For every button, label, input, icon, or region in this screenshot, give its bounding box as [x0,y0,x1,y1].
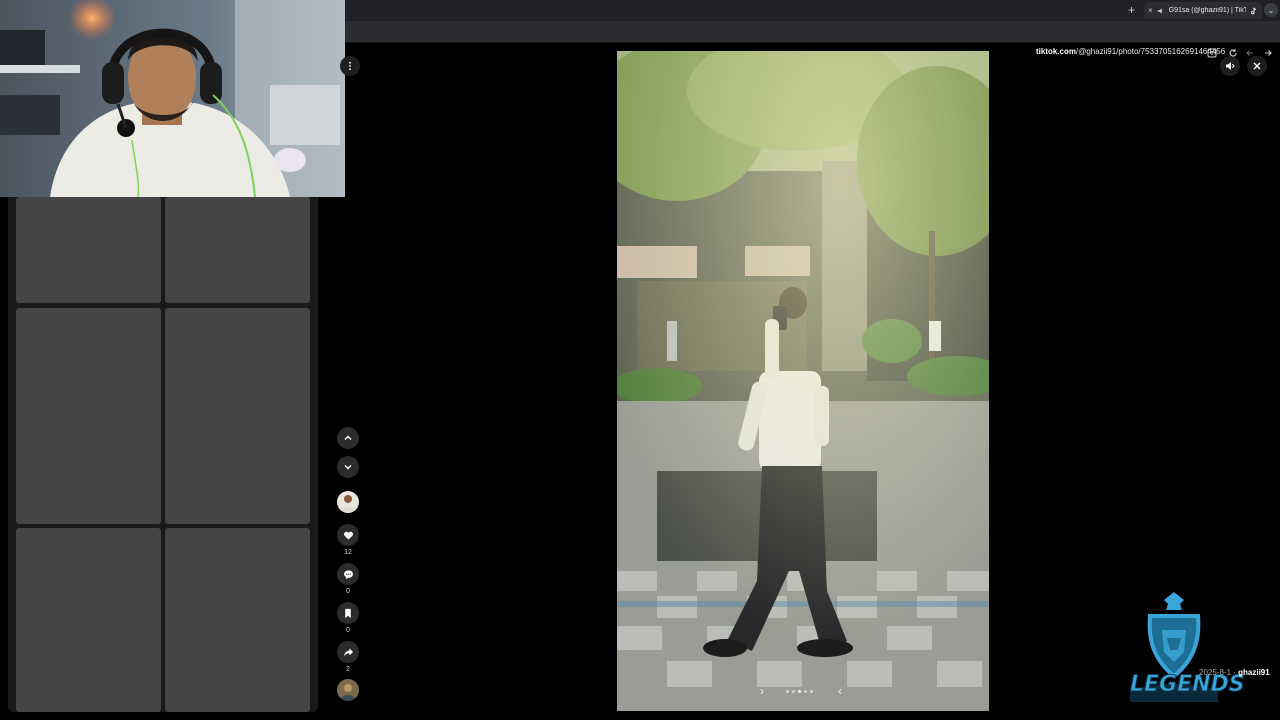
browser-tab[interactable]: × G91sa (@ghazii91) | TikTok [1144,2,1262,19]
grid-thumbnail[interactable] [16,308,161,524]
close-icon [1253,62,1261,70]
comment-icon [343,569,353,579]
new-tab-button[interactable]: + [1128,3,1135,17]
chevron-down-icon: ⌄ [1267,5,1275,15]
author-avatar[interactable] [337,491,359,513]
carousel-indicator [786,690,813,693]
next-post-button[interactable] [337,456,359,478]
mute-button[interactable] [1220,56,1240,76]
close-button[interactable] [1247,56,1267,76]
carousel-next-button[interactable]: › [760,684,764,698]
watermark-username: ghazii91 [1238,668,1270,677]
like-button[interactable] [337,524,359,546]
save-button[interactable] [337,602,359,624]
grid-thumbnail[interactable] [165,197,310,303]
grid-thumbnail[interactable] [16,197,161,303]
carousel-dot[interactable] [786,690,789,693]
share-button[interactable] [337,641,359,663]
chevron-up-icon [344,435,352,440]
url-field[interactable]: tiktok.com/@ghazii91/photo/7533705162691… [1036,47,1225,56]
sound-avatar[interactable] [337,679,359,701]
url-host: tiktok.com [1036,47,1077,56]
share-icon [343,647,353,657]
translate-icon[interactable] [1205,46,1219,60]
tab-audio-icon [1157,8,1162,13]
tiktok-icon [1251,7,1257,14]
tab-close-icon[interactable]: × [1148,6,1153,15]
webcam-feed-image [0,0,345,197]
carousel-dot[interactable] [810,690,813,693]
photo-image [617,51,989,711]
screen: + × G91sa (@ghazii91) | TikTok ⌄ tiktok.… [0,0,1280,720]
grid-thumbnail[interactable] [165,528,310,712]
carousel-dot-active[interactable] [798,690,801,693]
carousel-prev-button[interactable]: ‹ [838,684,842,698]
comment-count: 0 [346,588,350,595]
comment-button[interactable] [337,563,359,585]
grid-thumbnail[interactable] [16,528,161,712]
carousel-dot[interactable] [804,690,807,693]
heart-icon [343,531,353,540]
watermark-meta: 2025-8-1 · ghazii91 [1199,668,1270,677]
watermark-date: 2025-8-1 [1199,668,1232,677]
sound-disc-icon [337,679,359,701]
more-icon [349,61,351,71]
share-count: 2 [346,666,350,673]
post-photo[interactable] [617,51,989,711]
previous-post-button[interactable] [337,427,359,449]
url-path: /@ghazii91/photo/7533705162691464456 [1076,47,1226,56]
bookmark-icon [345,608,351,618]
save-count: 0 [346,627,350,634]
carousel-dot[interactable] [792,690,795,693]
more-options-button[interactable] [340,56,360,76]
tab-title: G91sa (@ghazii91) | TikTok [1168,7,1246,14]
chevron-down-icon [344,465,352,470]
like-count: 12 [344,549,352,556]
avatar-image [340,495,356,513]
thumbnail-grid [8,197,318,712]
grid-thumbnail[interactable] [165,308,310,524]
volume-icon [1226,62,1235,70]
webcam-overlay [0,0,345,197]
tab-search-menu[interactable]: ⌄ [1264,3,1278,17]
